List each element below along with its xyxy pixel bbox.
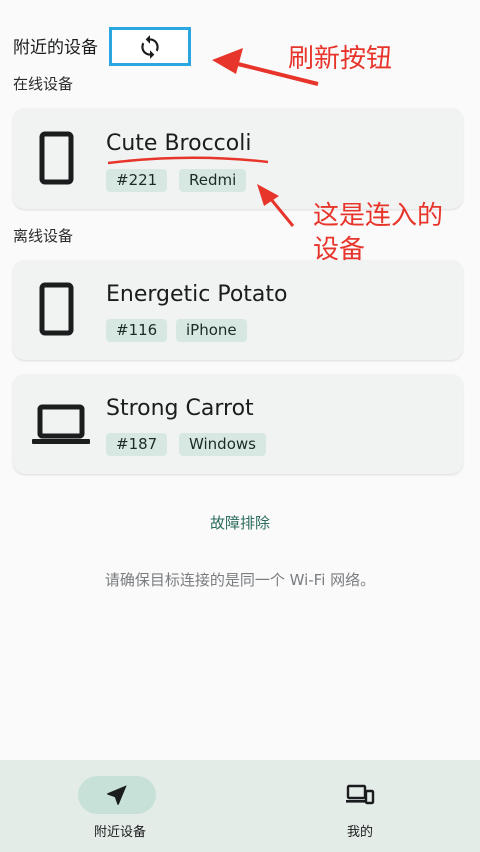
page-title: 附近的设备	[13, 38, 98, 58]
bottom-navigation: 附近设备 我的	[0, 760, 480, 852]
laptop-icon	[32, 404, 90, 444]
device-id-chip: #221	[106, 169, 168, 192]
annotation-refresh-label: 刷新按钮	[288, 44, 393, 74]
nav-active-indicator	[78, 776, 156, 814]
refresh-icon	[141, 34, 159, 59]
nearby-devices-screen: 附近的设备 在线设备 Cute Broccoli #221 Redmi 离线设备…	[0, 0, 480, 852]
device-name: Cute Broccoli	[106, 131, 252, 156]
device-name: Energetic Potato	[106, 282, 288, 307]
device-brand-chip: Redmi	[179, 169, 247, 192]
device-name: Strong Carrot	[106, 396, 254, 421]
devices-icon	[346, 784, 375, 805]
section-label-online: 在线设备	[13, 75, 74, 93]
nav-label: 附近设备	[93, 825, 146, 840]
tablet-icon	[39, 282, 74, 336]
navigation-arrow-icon	[107, 785, 127, 805]
device-id-chip: #116	[106, 319, 168, 342]
nav-item-mine[interactable]: 我的	[240, 760, 480, 852]
troubleshoot-link[interactable]: 故障排除	[0, 512, 480, 533]
device-card-cute-broccoli[interactable]: Cute Broccoli #221 Redmi	[13, 108, 463, 209]
device-card-energetic-potato[interactable]: Energetic Potato #116 iPhone	[13, 260, 463, 360]
device-id-chip: #187	[106, 433, 168, 456]
annotation-arrowhead-refresh	[212, 48, 243, 74]
refresh-button[interactable]	[109, 27, 191, 66]
device-card-strong-carrot[interactable]: Strong Carrot #187 Windows	[13, 374, 463, 474]
device-brand-chip: Windows	[179, 433, 266, 456]
nav-icon-holder	[321, 776, 399, 814]
nav-item-nearby[interactable]: 附近设备	[0, 760, 240, 852]
annotation-connected-line2: 设备	[313, 235, 366, 265]
wifi-hint: 请确保目标连接的是同一个 Wi-Fi 网络。	[104, 571, 376, 589]
annotation-connected-line1: 这是连入的	[313, 201, 444, 231]
device-brand-chip: iPhone	[176, 319, 247, 342]
nav-label: 我的	[346, 825, 373, 840]
tablet-icon	[39, 131, 74, 185]
section-label-offline: 离线设备	[13, 227, 74, 245]
